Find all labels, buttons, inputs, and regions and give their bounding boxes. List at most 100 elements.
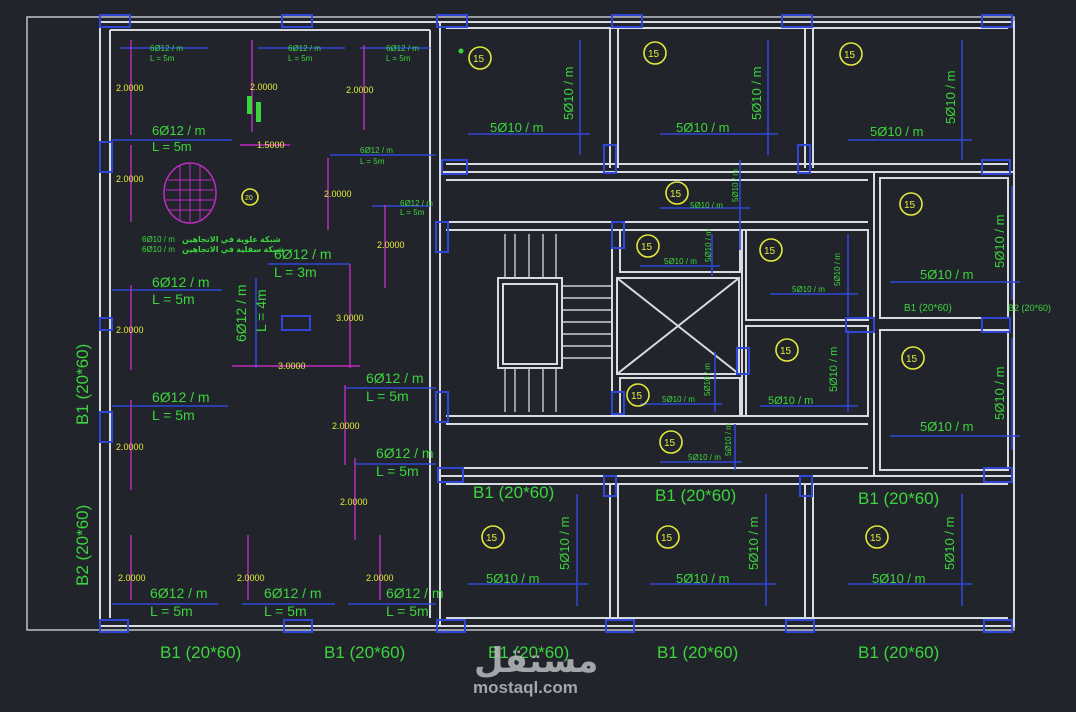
rebar-label-vertical: 5Ø10 / m [557,517,572,570]
rebar-label: 5Ø10 / m [664,257,697,266]
rebar-label: 6Ø12 / m [376,445,434,461]
rebar-length: L = 5m [366,388,409,404]
slab-marker: 15 [481,525,505,549]
rebar-label-vertical: 5Ø10 / m [828,347,840,392]
slab-thickness-markers: 15 15 15 20 15 15 15 15 15 15 15 15 15 1… [241,41,925,549]
rebar-label-vertical: 5Ø10 / m [992,367,1007,420]
dim-value: 2.0000 [377,240,405,250]
dim-value: 2.0000 [116,174,144,184]
rebar-label: 5Ø10 / m [792,285,825,294]
dim-value: 2.0000 [324,189,352,199]
rebar-label: 6Ø12 / m [150,44,183,53]
rebar-label-vertical: 5Ø10 / m [561,67,576,120]
rebar-length: L = 5m [152,291,195,307]
slab-marker: 15 [759,238,783,262]
stair-treads [504,234,612,412]
rebar-label-vertical: 5Ø10 / m [833,253,842,286]
svg-text:15: 15 [473,54,485,65]
beam-label: B1 (20*60) [324,643,405,662]
slab-marker: 15 [901,346,925,370]
rebar-label-vertical: 6Ø12 / m [233,284,249,342]
rebar-label: 6Ø12 / m [150,585,208,601]
rebar-label: 6Ø12 / m [152,389,210,405]
rebar-label-vertical: 5Ø10 / m [704,229,713,262]
slab-marker: 15 [865,525,889,549]
beam-label: B2 (20*60) [1008,303,1051,313]
svg-text:15: 15 [661,533,673,544]
beam-label-vertical: B1 (20*60) [73,344,92,425]
rebar-label: 6Ø10 / m [142,245,175,254]
rebar-label-vertical: 5Ø10 / m [749,67,764,120]
dim-value: 2.0000 [366,573,394,583]
rebar-length: L = 5m [400,208,425,217]
rebar-label-vertical: 5Ø10 / m [724,423,733,456]
watermark-logo: مستقل [474,642,598,680]
slab-marker: 15 [656,525,680,549]
dim-value: 2.0000 [340,497,368,507]
beam-label: B1 (20*60) [858,643,939,662]
beam-label: B1 (20*60) [657,643,738,662]
slab-marker: 15 [839,42,863,66]
svg-text:15: 15 [648,49,660,60]
rebar-length: L = 5m [386,54,411,63]
rebar-length: L = 5m [288,54,313,63]
dim-value: 2.0000 [250,82,278,92]
point-marker [458,48,464,54]
rebar-label: 6Ø12 / m [264,585,322,601]
svg-text:15: 15 [631,391,643,402]
rebar-label: 5Ø10 / m [676,571,729,586]
watermark: مستقل mostaql.com [473,642,598,697]
svg-text:15: 15 [906,354,918,365]
opening-hatch-symbol [163,162,217,224]
beam-label: B1 (20*60) [655,486,736,505]
rebar-label: 6Ø12 / m [386,585,444,601]
rebar-label-vertical: 5Ø10 / m [731,169,740,202]
rebar-label: 5Ø10 / m [920,267,973,282]
svg-text:15: 15 [904,200,916,211]
rebar-label: 5Ø10 / m [490,120,543,135]
rebar-length: L = 5m [386,603,429,619]
rebar-length: L = 5m [150,54,175,63]
rebar-length-vertical: L = 4m [253,289,269,332]
rebar-label: 5Ø10 / m [920,419,973,434]
slab-marker: 15 [899,192,923,216]
rebar-length: L = 5m [264,603,307,619]
svg-text:15: 15 [870,533,882,544]
svg-text:15: 15 [641,242,653,253]
rebar-label: 5Ø10 / m [870,124,923,139]
rebar-length: L = 5m [152,139,192,154]
svg-text:15: 15 [670,189,682,200]
dim-value: 2.0000 [332,421,360,431]
dim-value: 2.0000 [237,573,265,583]
slab-marker: 15 [659,430,683,454]
rebar-label: 6Ø12 / m [288,44,321,53]
slab-marker: 15 [468,46,492,70]
rebar-label: 5Ø10 / m [690,201,723,210]
rebar-length: L = 5m [150,603,193,619]
slab-marker: 15 [775,338,799,362]
rebar-label: 6Ø12 / m [386,44,419,53]
rebar-label: 6Ø12 / m [400,199,433,208]
rebar-length: L = 5m [152,407,195,423]
watermark-site: mostaql.com [473,678,578,697]
rebar-label: 6Ø12 / m [152,274,210,290]
rebar-label: 5Ø10 / m [872,571,925,586]
dim-value: 2.0000 [116,83,144,93]
rebar-label: 5Ø10 / m [486,571,539,586]
svg-text:15: 15 [486,533,498,544]
dim-value: 3.0000 [278,361,306,371]
rebar-length: L = 5m [376,463,419,479]
slab-marker: 15 [665,181,689,205]
slab-marker: 15 [636,234,660,258]
rebar-label: 6Ø10 / m [142,235,175,244]
rebar-label: 5Ø10 / m [662,395,695,404]
rebar-label: 6Ø12 / m [360,146,393,155]
rebar-length: L = 3m [274,264,317,280]
dim-value: 3.0000 [336,313,364,323]
beam-label: B1 (20*60) [473,483,554,502]
rebar-label-vertical: 5Ø10 / m [942,517,957,570]
svg-text:15: 15 [844,50,856,61]
slab-marker: 15 [626,383,650,407]
dim-value: 2.0000 [116,325,144,335]
rebar-label: 5Ø10 / m [688,453,721,462]
